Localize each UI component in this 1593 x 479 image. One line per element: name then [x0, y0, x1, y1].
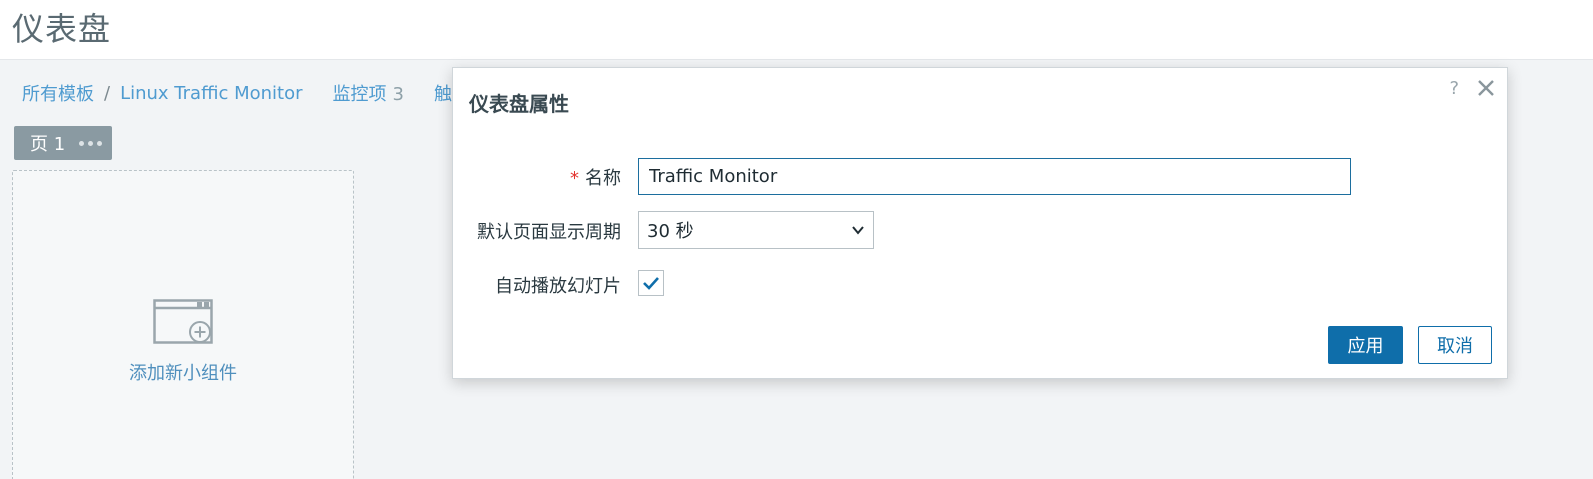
- cancel-button[interactable]: 取消: [1418, 326, 1492, 364]
- slideshow-checkbox[interactable]: [638, 270, 664, 296]
- page-tab-label: 页 1: [30, 134, 66, 155]
- required-marker: *: [570, 168, 579, 189]
- apply-button[interactable]: 应用: [1328, 326, 1403, 364]
- tab-items-count: 3: [392, 84, 404, 105]
- breadcrumb-template[interactable]: Linux Traffic Monitor: [120, 83, 302, 104]
- slideshow-label: 自动播放幻灯片: [495, 276, 621, 297]
- dashboard-properties-dialog: 仪表盘属性 ? * 名称 默认页面显示周期 30 秒 自动播放幻灯片 应用 取消: [452, 67, 1508, 379]
- tab-items[interactable]: 监控项 3: [333, 80, 404, 106]
- dashboard-page-tab[interactable]: 页 1: [14, 126, 112, 160]
- name-label-text: 名称: [585, 168, 621, 189]
- name-label: * 名称: [570, 164, 621, 190]
- add-widget-placeholder[interactable]: 添加新小组件: [12, 170, 354, 479]
- dialog-title: 仪表盘属性: [469, 92, 569, 116]
- breadcrumb-all-templates[interactable]: 所有模板: [22, 80, 94, 106]
- add-widget-label: 添加新小组件: [129, 363, 237, 384]
- close-icon[interactable]: [1475, 77, 1497, 99]
- breadcrumb-separator: /: [104, 82, 111, 104]
- period-select[interactable]: 30 秒: [638, 211, 874, 249]
- period-label: 默认页面显示周期: [477, 222, 621, 243]
- more-options-icon[interactable]: [79, 140, 103, 146]
- help-icon[interactable]: ?: [1449, 78, 1459, 99]
- name-input[interactable]: [638, 158, 1351, 195]
- period-selected-value: 30 秒: [647, 221, 694, 242]
- tab-items-label: 监控项: [332, 84, 387, 105]
- page-title: 仪表盘: [12, 10, 112, 48]
- breadcrumb: 所有模板 / Linux Traffic Monitor 监控项3 触发器: [22, 80, 488, 106]
- page-header: 仪表盘: [0, 0, 1593, 60]
- add-widget-icon: [153, 299, 213, 344]
- checkmark-icon: [643, 277, 659, 290]
- chevron-down-icon: [852, 226, 864, 235]
